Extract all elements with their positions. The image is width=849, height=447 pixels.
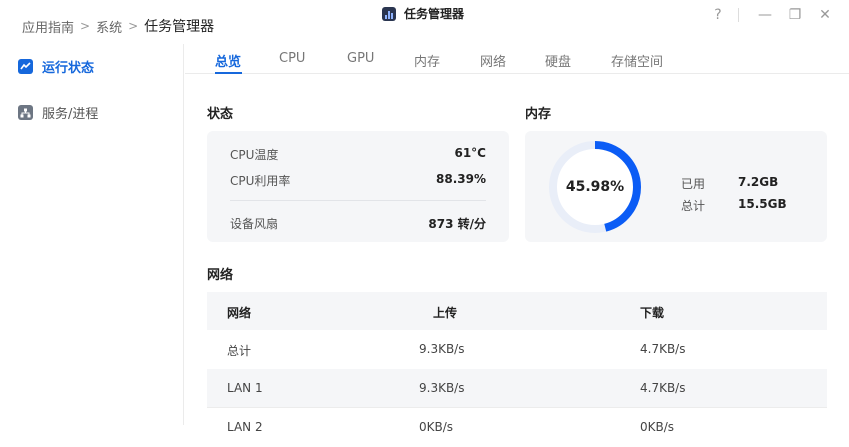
tab-cpu[interactable]: CPU: [279, 51, 305, 66]
window-controls: ? — ❐ ✕: [700, 6, 837, 24]
table-row: 总计 9.3KB/s 4.7KB/s: [207, 330, 827, 369]
tab-gpu[interactable]: GPU: [347, 51, 374, 66]
upload-cell: 9.3KB/s: [419, 342, 465, 356]
sitemap-icon: [18, 105, 33, 120]
help-icon[interactable]: ?: [706, 6, 730, 24]
download-cell: 4.7KB/s: [640, 381, 686, 395]
cpu-temp-label: CPU温度: [230, 148, 279, 162]
table-row: LAN 1 9.3KB/s 4.7KB/s: [207, 369, 827, 408]
tab-overview[interactable]: 总览: [215, 51, 241, 70]
download-cell: 0KB/s: [640, 420, 675, 434]
breadcrumb: 应用指南 > 系统 > 任务管理器: [22, 16, 214, 36]
active-tab-indicator: [215, 72, 242, 74]
app-title-text: 任务管理器: [404, 7, 465, 21]
cpu-usage-value: 88.39%: [436, 172, 486, 186]
cpu-temp-value: 61°C: [454, 146, 486, 160]
tab-bar: 总览 CPU GPU 内存 网络 硬盘 存储空间: [185, 44, 849, 74]
tab-storage[interactable]: 存储空间: [611, 51, 663, 70]
column-header-upload: 上传: [433, 306, 458, 320]
memory-card: 45.98% 已用 7.2GB 总计 15.5GB: [525, 131, 827, 242]
column-header-network: 网络: [227, 306, 252, 320]
fan-label: 设备风扇: [230, 217, 279, 231]
cpu-usage-label: CPU利用率: [230, 174, 291, 188]
breadcrumb-item-guide[interactable]: 应用指南: [22, 17, 74, 36]
chevron-right-icon: >: [80, 19, 91, 33]
sidebar-item-label: 服务/进程: [42, 107, 99, 122]
app-title: 任务管理器: [382, 5, 464, 22]
status-card: CPU温度 61°C CPU利用率 88.39% 设备风扇 873 转/分: [207, 131, 509, 242]
download-cell: 4.7KB/s: [640, 342, 686, 356]
divider: [230, 200, 486, 201]
network-section-title: 网络: [207, 268, 234, 283]
chart-icon: [18, 59, 33, 74]
breadcrumb-item-system[interactable]: 系统: [96, 17, 122, 36]
sidebar-item-status[interactable]: 运行状态: [18, 57, 94, 76]
close-icon[interactable]: ✕: [813, 6, 837, 24]
tab-network[interactable]: 网络: [480, 51, 506, 70]
fan-value: 873 转/分: [428, 217, 486, 231]
status-section-title: 状态: [207, 107, 234, 122]
network-name-cell: 总计: [227, 344, 252, 358]
minimize-icon[interactable]: —: [753, 6, 777, 24]
task-manager-logo-icon: [382, 6, 396, 21]
upload-cell: 9.3KB/s: [419, 381, 465, 395]
table-row: LAN 2 0KB/s 0KB/s: [207, 408, 827, 447]
memory-used-value: 7.2GB: [738, 175, 779, 189]
sidebar-item-label: 运行状态: [42, 61, 95, 76]
table-header-row: 网络 上传 下载: [207, 292, 827, 330]
sidebar-item-services[interactable]: 服务/进程: [18, 103, 98, 122]
breadcrumb-current: 任务管理器: [144, 19, 215, 35]
memory-used-label: 已用: [681, 177, 706, 191]
restore-icon[interactable]: ❐: [783, 6, 807, 24]
network-name-cell: LAN 2: [227, 420, 263, 434]
memory-total-label: 总计: [681, 199, 706, 213]
network-table: 网络 上传 下载 总计 9.3KB/s 4.7KB/s LAN 1 9.3KB/…: [207, 292, 827, 447]
network-name-cell: LAN 1: [227, 381, 263, 395]
upload-cell: 0KB/s: [419, 420, 454, 434]
column-header-download: 下载: [640, 306, 665, 320]
memory-percent: 45.98%: [565, 179, 625, 195]
sidebar: 运行状态 服务/进程: [0, 44, 184, 425]
tab-disk[interactable]: 硬盘: [545, 51, 571, 70]
memory-section-title: 内存: [525, 107, 552, 122]
title-bar: 应用指南 > 系统 > 任务管理器 任务管理器 ? — ❐ ✕: [0, 0, 849, 44]
divider: [738, 8, 739, 22]
chevron-right-icon: >: [128, 19, 139, 33]
memory-total-value: 15.5GB: [738, 197, 787, 211]
tab-memory[interactable]: 内存: [414, 51, 440, 70]
